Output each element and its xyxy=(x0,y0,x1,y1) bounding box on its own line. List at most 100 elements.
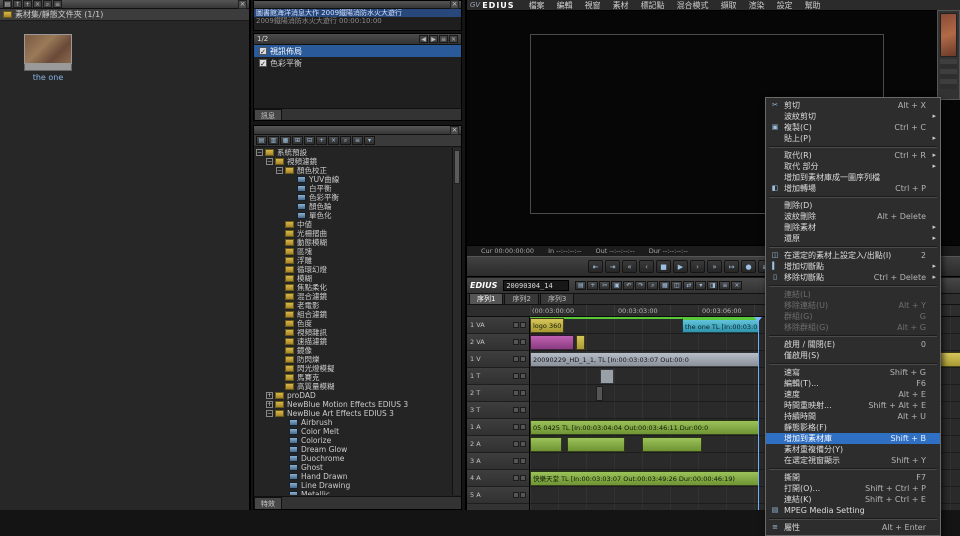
track-header[interactable]: 1 VA xyxy=(467,317,529,334)
tl-cut-icon[interactable]: ✂ xyxy=(599,281,610,290)
sequence-tab[interactable]: 序列1 xyxy=(469,293,503,304)
context-menu-item[interactable]: 靜態影格(F) xyxy=(766,422,940,433)
track-lock-icon[interactable] xyxy=(520,441,526,447)
timeline-clip[interactable]: the one TL [In:00:03:0 xyxy=(682,318,759,333)
track-mute-icon[interactable] xyxy=(513,356,519,362)
tree-expander-icon[interactable]: + xyxy=(266,401,273,408)
track-header[interactable]: 3 A xyxy=(467,453,529,470)
fx-list-icon[interactable]: ▥ xyxy=(268,136,279,145)
fx-view-icon[interactable]: ▤ xyxy=(256,136,267,145)
fx-search-icon[interactable]: ⌕ xyxy=(340,136,351,145)
context-menu-item[interactable] xyxy=(769,246,937,248)
effects-tree-item[interactable]: YUV曲線 xyxy=(254,175,452,184)
context-menu-item[interactable]: 波紋剪切 ▸ xyxy=(766,111,940,122)
track-lock-icon[interactable] xyxy=(520,407,526,413)
context-menu-item[interactable]: 群組(G) G xyxy=(766,311,940,322)
info-row[interactable]: 2009鐵陽消防水火大遊行 00:00:10:00 xyxy=(254,17,461,25)
track-lock-icon[interactable] xyxy=(520,390,526,396)
menubar-item[interactable]: 標記點 xyxy=(635,0,671,11)
context-menu-item[interactable]: 編輯(T)... F6 xyxy=(766,378,940,389)
tl-dropdown-icon[interactable]: ▾ xyxy=(695,281,706,290)
fx-collapse-all-icon[interactable]: ⊟ xyxy=(304,136,315,145)
effects-tree-item[interactable]: − 顏色校正 xyxy=(254,166,452,175)
track-mute-icon[interactable] xyxy=(513,407,519,413)
context-menu-item[interactable]: ▤ MPEG Media Setting xyxy=(766,505,940,516)
track-header[interactable]: 2 VA xyxy=(467,334,529,351)
palette-prev-icon[interactable]: ◀ xyxy=(419,35,428,43)
effects-tree-item[interactable]: Airbrush xyxy=(254,418,452,427)
context-menu-item[interactable]: 時間重映射... Shift + Alt + E xyxy=(766,400,940,411)
context-menu-item[interactable]: 連結(K) Shift + Ctrl + E xyxy=(766,494,940,505)
track-lock-icon[interactable] xyxy=(520,475,526,481)
timeline-clip[interactable] xyxy=(642,437,702,452)
effects-tree-item[interactable]: 色度 xyxy=(254,319,452,328)
timeline-clip[interactable]: 20090229_HD_1_1, TL [In:00:03:03:07 Out:… xyxy=(530,352,759,367)
effects-tree-item[interactable]: 馬賽克 xyxy=(254,373,452,382)
context-menu-item[interactable]: 僅啟用(S) xyxy=(766,350,940,361)
effects-tree-item[interactable]: 循環幻燈 xyxy=(254,265,452,274)
prev-frame-icon[interactable]: ‹ xyxy=(639,260,654,273)
goto-end-icon[interactable]: ↦ xyxy=(724,260,739,273)
track-mute-icon[interactable] xyxy=(513,441,519,447)
context-menu-item[interactable]: 增加到素材庫成一圖序列檔 xyxy=(766,172,940,183)
menubar-item[interactable]: 素材 xyxy=(607,0,635,11)
next-frame-icon[interactable]: › xyxy=(690,260,705,273)
effects-tree-item[interactable]: 組合濾鏡 xyxy=(254,310,452,319)
track-lock-icon[interactable] xyxy=(520,492,526,498)
effects-tree-item[interactable]: 白平衡 xyxy=(254,184,452,193)
track-mute-icon[interactable] xyxy=(513,339,519,345)
menubar-item[interactable]: 檔案 xyxy=(523,0,551,11)
effects-tree-item[interactable]: 色彩平衡 xyxy=(254,193,452,202)
scrollbar-thumb[interactable] xyxy=(454,150,460,184)
context-menu-item[interactable]: 取代 部分 ▸ xyxy=(766,161,940,172)
context-menu-item[interactable]: 速寫 Shift + G xyxy=(766,367,940,378)
fx-expand-all-icon[interactable]: ⊞ xyxy=(292,136,303,145)
effects-tree-item[interactable]: 視頻雜訊 xyxy=(254,328,452,337)
track-mute-icon[interactable] xyxy=(513,475,519,481)
fx-delete-icon[interactable]: × xyxy=(328,136,339,145)
effects-tree-item[interactable]: Colorize xyxy=(254,436,452,445)
context-menu-item[interactable] xyxy=(769,146,937,148)
effects-tree-item[interactable]: 防閃爍 xyxy=(254,355,452,364)
fx-properties-icon[interactable]: ≡ xyxy=(352,136,363,145)
track-header[interactable]: 1 T xyxy=(467,368,529,385)
context-menu-item[interactable]: 持續時間 Alt + U xyxy=(766,411,940,422)
track-lock-icon[interactable] xyxy=(520,458,526,464)
playhead-marker-icon[interactable] xyxy=(754,317,762,322)
effects-tree-item[interactable]: Line Drawing xyxy=(254,481,452,490)
effect-checkbox[interactable]: ✓ xyxy=(259,59,267,67)
context-menu-item[interactable]: 移除群組(G) Alt + G xyxy=(766,322,940,333)
context-menu-item[interactable] xyxy=(769,335,937,337)
context-menu-item[interactable] xyxy=(769,363,937,365)
context-menu-item[interactable]: 增加到素材庫 Shift + B xyxy=(766,433,940,444)
context-menu-item[interactable] xyxy=(769,285,937,287)
effects-tree-item[interactable]: Metallic xyxy=(254,490,452,495)
sequence-tab[interactable]: 序列3 xyxy=(540,293,574,304)
play-icon[interactable]: ▶ xyxy=(673,260,688,273)
track-lock-icon[interactable] xyxy=(520,356,526,362)
context-menu-item[interactable]: 貼上(P) ▸ xyxy=(766,133,940,144)
track-lock-icon[interactable] xyxy=(520,373,526,379)
effects-tree-item[interactable]: 混合濾鏡 xyxy=(254,292,452,301)
tl-delete-icon[interactable]: × xyxy=(731,281,742,290)
fx-thumb-icon[interactable]: ▦ xyxy=(280,136,291,145)
set-in-icon[interactable]: ⇤ xyxy=(588,260,603,273)
bin-clip-thumbnail[interactable]: the one xyxy=(24,34,72,82)
tl-undo-icon[interactable]: ↶ xyxy=(623,281,634,290)
track-lock-icon[interactable] xyxy=(520,424,526,430)
menubar-item[interactable]: 混合模式 xyxy=(671,0,715,11)
tl-add-icon[interactable]: + xyxy=(587,281,598,290)
effects-tree-item[interactable]: + NewBlue Motion Effects EDIUS 3 xyxy=(254,400,452,409)
bin-delete-icon[interactable]: × xyxy=(33,0,42,8)
track-lock-icon[interactable] xyxy=(520,322,526,328)
track-mute-icon[interactable] xyxy=(513,492,519,498)
context-menu-item[interactable]: 刪除(D) xyxy=(766,200,940,211)
context-menu-item[interactable]: 素材重複備分(Y) xyxy=(766,444,940,455)
close-icon[interactable]: × xyxy=(450,126,459,135)
context-menu-item[interactable]: ≡ 屬性 Alt + Enter xyxy=(766,522,940,533)
menubar-item[interactable]: 視窗 xyxy=(579,0,607,11)
palette-next-icon[interactable]: ▶ xyxy=(429,35,438,43)
timeline-clip[interactable] xyxy=(576,335,585,350)
context-menu-item[interactable]: 刪除素材 ▸ xyxy=(766,222,940,233)
effects-tree-item[interactable]: Color Melt xyxy=(254,427,452,436)
